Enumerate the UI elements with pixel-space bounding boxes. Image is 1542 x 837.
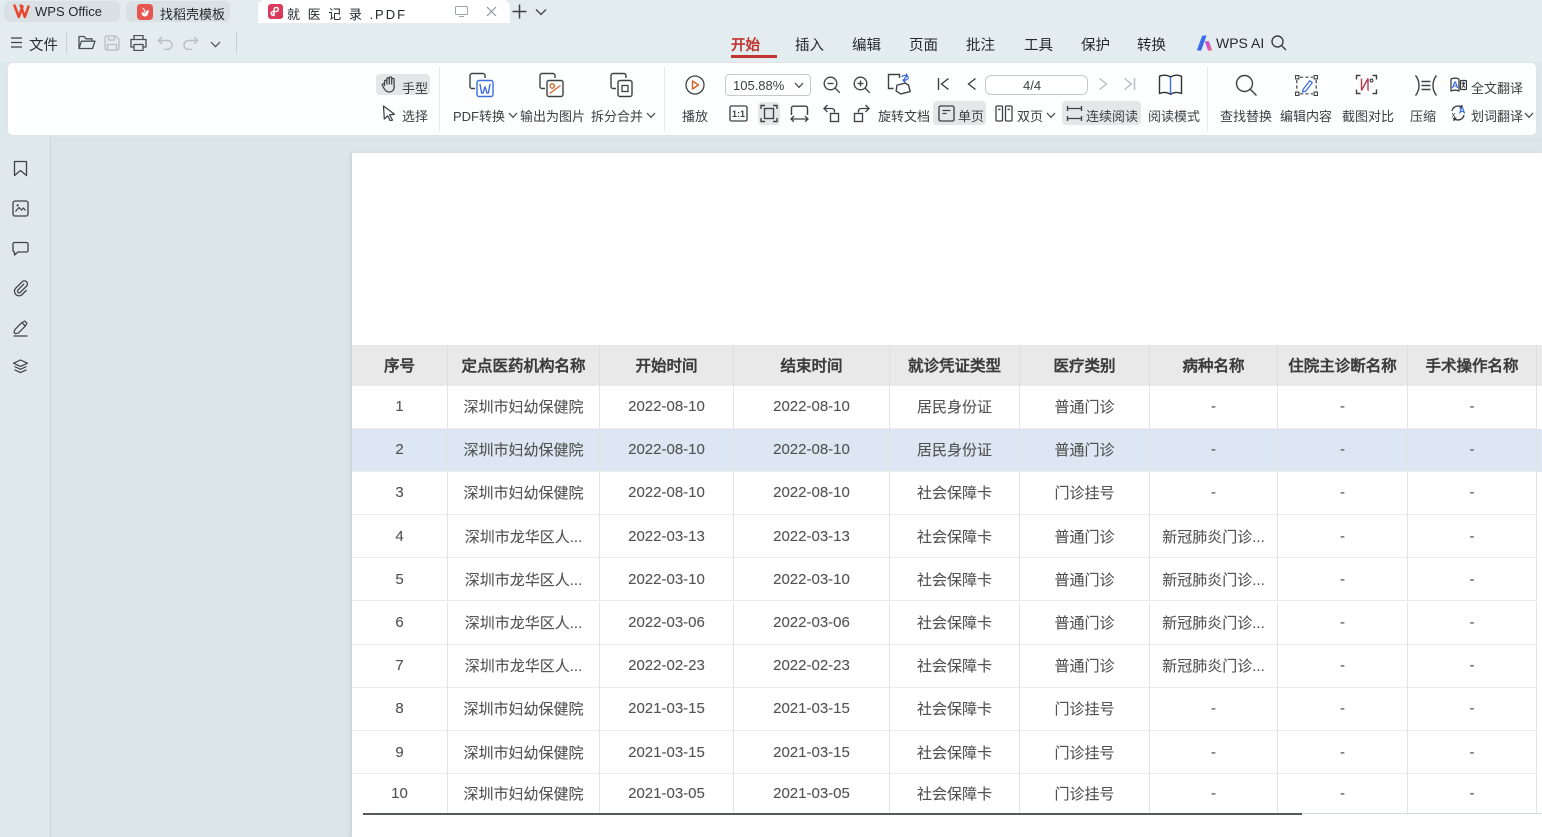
svg-text:A: A xyxy=(1452,80,1459,91)
svg-text:x: x xyxy=(1452,111,1456,120)
svg-text:1:1: 1:1 xyxy=(732,109,745,119)
svg-text:A: A xyxy=(1459,106,1466,117)
